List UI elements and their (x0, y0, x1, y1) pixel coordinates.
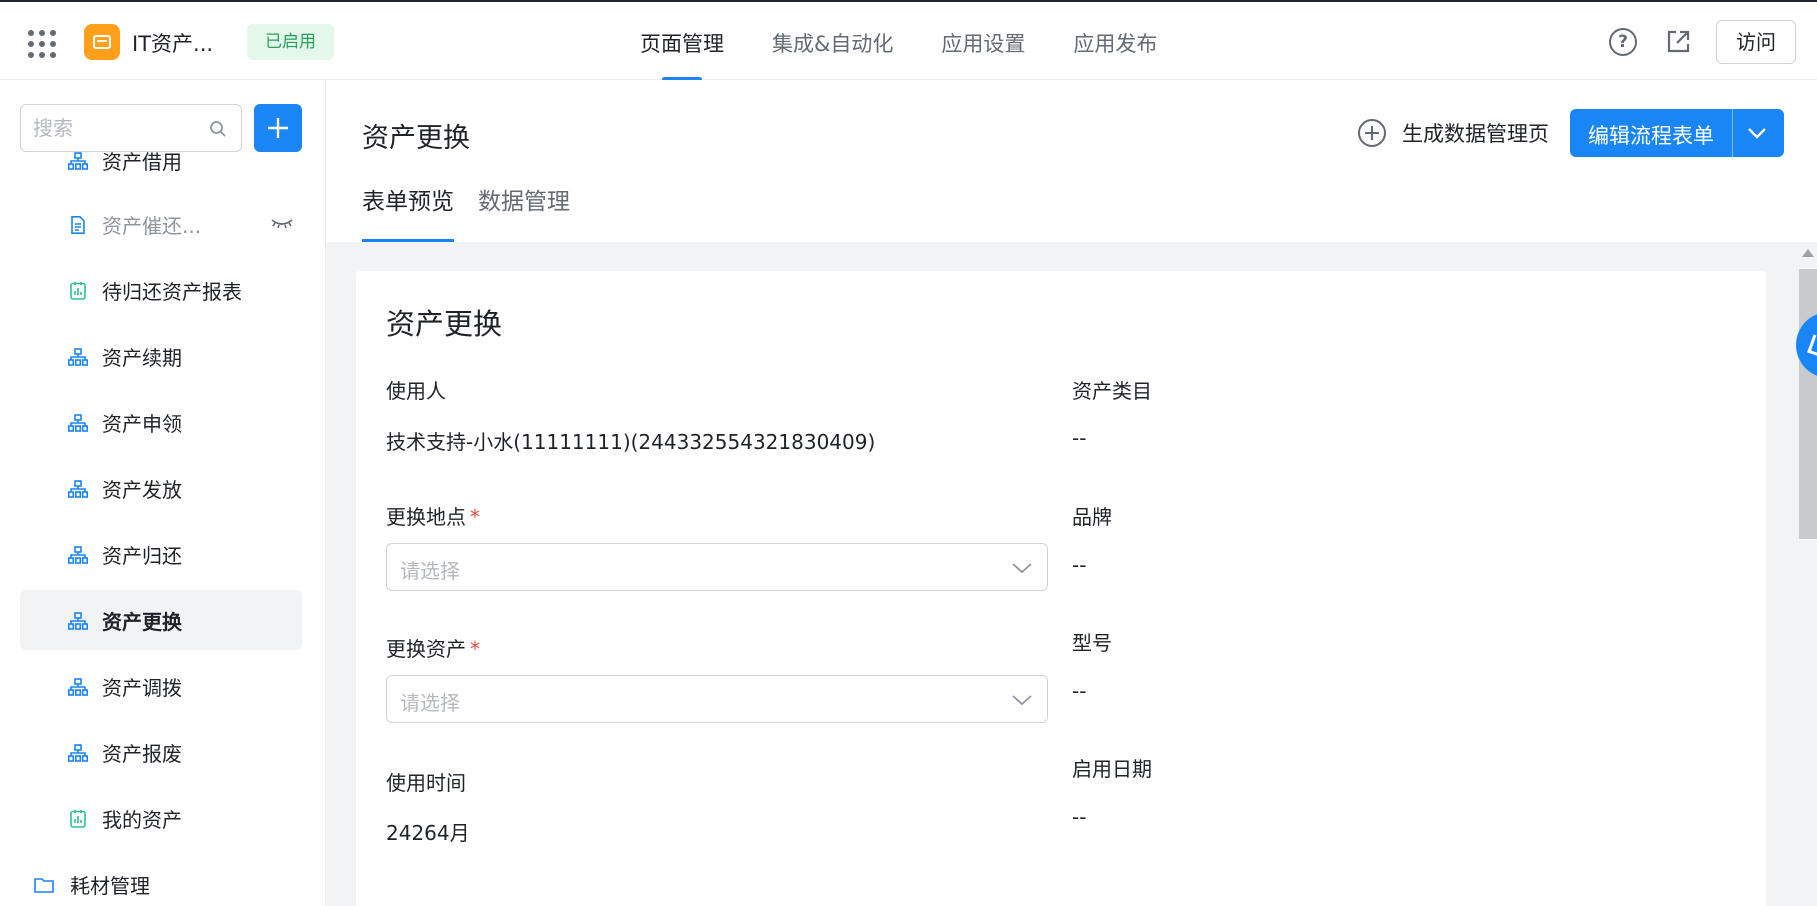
sidebar-item-label: 资产借用 (102, 149, 182, 174)
visit-button[interactable]: 访问 (1716, 20, 1796, 64)
sidebar: 资产借用 资产催还... 待归还资产报表 资产续期 资产申领 资产发放 资产归还 (0, 80, 326, 906)
top-nav: 页面管理 集成&自动化 应用设置 应用发布 (640, 2, 1205, 82)
sidebar-item-label: 资产报废 (102, 741, 182, 766)
start-date-value: -- (1072, 805, 1087, 829)
app-logo-icon (84, 24, 120, 60)
main-area: 资产更换 生成数据管理页 编辑流程表单 表单预览 数据管理 资产更换 使用人 技… (326, 80, 1817, 906)
sidebar-item-my-assets[interactable]: 我的资产 (20, 788, 302, 848)
flow-icon (68, 414, 88, 432)
usage-time-label: 使用时间 (386, 771, 466, 795)
brand-value: -- (1072, 553, 1087, 577)
asset-select[interactable]: 请选择 (386, 675, 1048, 723)
app-grid-icon[interactable] (28, 30, 56, 58)
user-value: 技术支持-小水(11111111)(244332554321830409) (386, 430, 876, 454)
model-value: -- (1072, 679, 1087, 703)
sidebar-group-consumables[interactable]: 耗材管理 (0, 854, 282, 906)
tab-data-management[interactable]: 数据管理 (478, 180, 570, 242)
tab-label: 表单预览 (362, 189, 454, 215)
sidebar-item-asset-transfer[interactable]: 资产调拨 (20, 656, 302, 716)
tab-label: 数据管理 (478, 189, 570, 215)
sidebar-item-label: 资产催还... (102, 213, 202, 238)
location-label-text: 更换地点 (386, 505, 466, 529)
flow-icon (68, 744, 88, 762)
sidebar-item-asset-reminder[interactable]: 资产催还... (20, 194, 302, 254)
flow-icon (68, 546, 88, 564)
sidebar-item-asset-replace[interactable]: 资产更换 (20, 590, 302, 650)
eye-off-icon[interactable] (270, 216, 294, 232)
sidebar-item-asset-renewal[interactable]: 资产续期 (20, 326, 302, 386)
model-label: 型号 (1072, 631, 1112, 655)
brand-label: 品牌 (1072, 505, 1112, 529)
plus-circle-icon (1358, 119, 1386, 147)
location-placeholder: 请选择 (400, 559, 460, 583)
chevron-down-icon (1012, 563, 1032, 574)
sidebar-item-asset-scrap[interactable]: 资产报废 (20, 722, 302, 782)
nav-integration-automation[interactable]: 集成&自动化 (772, 2, 893, 82)
edit-flow-form-button[interactable]: 编辑流程表单 (1570, 109, 1784, 157)
top-bar: IT资产... 已启用 页面管理 集成&自动化 应用设置 应用发布 ? 访问 (0, 0, 1817, 82)
page-tabs: 表单预览 数据管理 (362, 180, 594, 242)
asset-placeholder: 请选择 (400, 691, 460, 715)
sidebar-item-asset-borrow[interactable]: 资产借用 (20, 130, 302, 190)
location-label: 更换地点 * (386, 501, 480, 530)
scroll-up-arrow[interactable] (1802, 249, 1814, 257)
edit-flow-form-label: 编辑流程表单 (1588, 124, 1714, 148)
location-select[interactable]: 请选择 (386, 543, 1048, 591)
sidebar-item-label: 资产申领 (102, 411, 182, 436)
chevron-down-icon (1012, 695, 1032, 706)
report-icon (70, 282, 86, 300)
required-mark: * (470, 505, 480, 529)
sidebar-item-pending-return-report[interactable]: 待归还资产报表 (20, 260, 302, 320)
required-mark: * (470, 637, 480, 661)
form-title: 资产更换 (386, 307, 503, 341)
nav-app-settings[interactable]: 应用设置 (941, 2, 1025, 82)
asset-label-text: 更换资产 (386, 637, 466, 661)
status-badge: 已启用 (247, 24, 334, 60)
sidebar-item-label: 资产续期 (102, 345, 182, 370)
flow-icon (68, 480, 88, 498)
usage-time-value: 24264月 (386, 821, 470, 845)
category-label: 资产类目 (1072, 379, 1152, 403)
sidebar-item-asset-return[interactable]: 资产归还 (20, 524, 302, 584)
nav-page-management[interactable]: 页面管理 (640, 2, 724, 82)
sidebar-item-asset-apply[interactable]: 资产申领 (20, 392, 302, 452)
form-card: 资产更换 使用人 技术支持-小水(11111111)(2443325543218… (356, 271, 1766, 906)
asset-label: 更换资产 * (386, 633, 480, 662)
sidebar-group-label: 耗材管理 (70, 873, 150, 898)
external-link-icon[interactable] (1664, 28, 1692, 56)
start-date-label: 启用日期 (1072, 757, 1152, 781)
scroll-thumb[interactable] (1799, 269, 1817, 539)
category-value: -- (1072, 426, 1087, 450)
folder-icon (34, 878, 54, 893)
page-header: 资产更换 生成数据管理页 编辑流程表单 表单预览 数据管理 (326, 80, 1817, 242)
user-label: 使用人 (386, 379, 446, 403)
flow-icon (68, 152, 88, 170)
sidebar-item-label: 资产更换 (102, 609, 182, 634)
help-icon[interactable]: ? (1609, 28, 1637, 56)
tab-form-preview[interactable]: 表单预览 (362, 180, 454, 242)
sidebar-item-label: 资产调拨 (102, 675, 182, 700)
flow-icon (68, 348, 88, 366)
generate-data-page-button[interactable]: 生成数据管理页 (1358, 118, 1549, 148)
button-divider (1732, 109, 1733, 157)
sidebar-item-label: 待归还资产报表 (102, 279, 242, 304)
sidebar-item-label: 我的资产 (102, 807, 182, 832)
sidebar-item-asset-issue[interactable]: 资产发放 (20, 458, 302, 518)
sidebar-item-label: 资产归还 (102, 543, 182, 568)
document-icon (71, 216, 85, 234)
page-title: 资产更换 (362, 123, 470, 154)
report-icon (70, 810, 86, 828)
flow-icon (68, 678, 88, 696)
flow-icon (68, 612, 88, 630)
generate-data-page-label: 生成数据管理页 (1402, 122, 1549, 146)
sidebar-item-label: 资产发放 (102, 477, 182, 502)
app-name[interactable]: IT资产... (132, 28, 213, 58)
nav-app-publish[interactable]: 应用发布 (1073, 2, 1157, 82)
chevron-down-icon[interactable] (1746, 123, 1768, 143)
